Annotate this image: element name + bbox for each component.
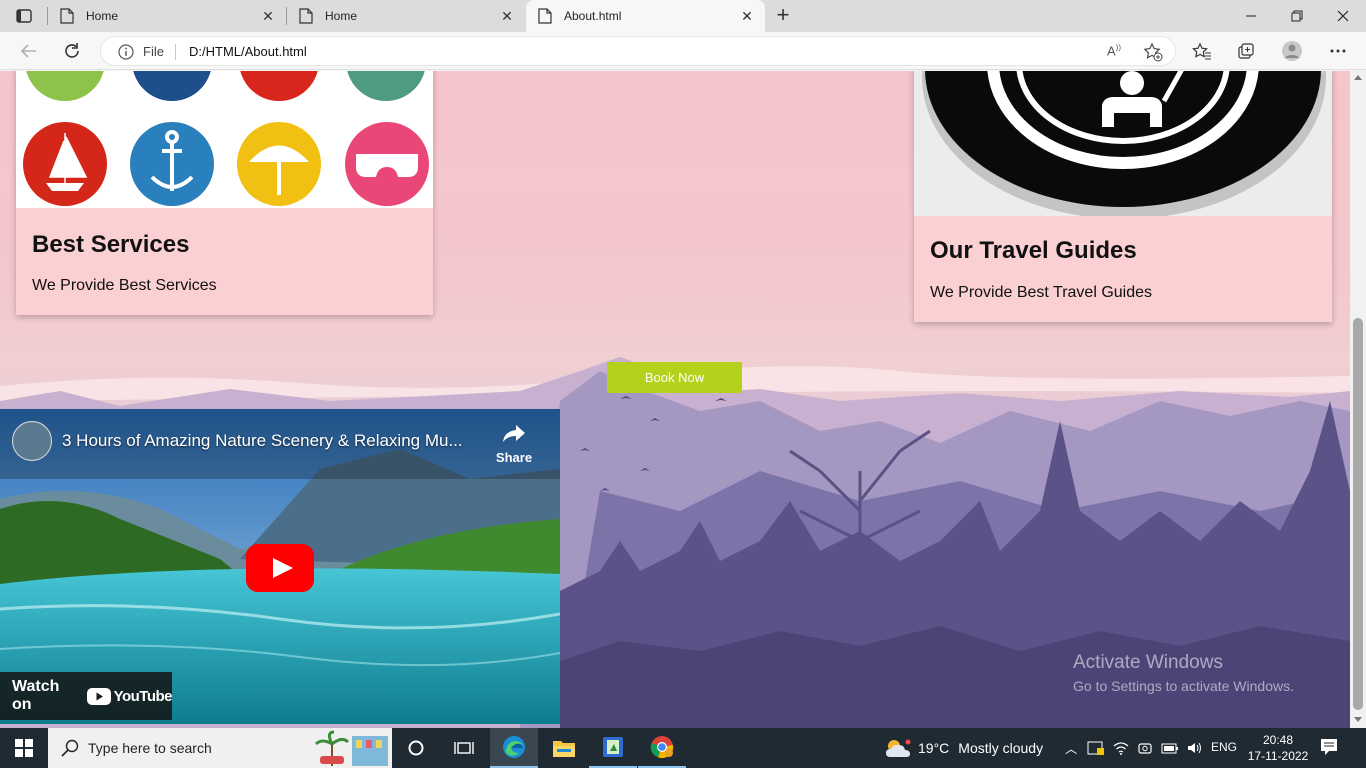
restore-icon[interactable]	[1274, 0, 1320, 32]
weather-temperature[interactable]: 19°C	[918, 740, 949, 756]
favorites-icon[interactable]	[1188, 38, 1216, 64]
share-label: Share	[495, 450, 533, 465]
guides-card-title: Our Travel Guides	[930, 237, 1137, 264]
services-card-text: We Provide Best Services	[32, 277, 217, 294]
youtube-logo: YouTube	[86, 687, 173, 705]
language-indicator[interactable]: ENG	[1211, 740, 1237, 754]
more-menu-icon[interactable]	[1324, 38, 1352, 64]
search-placeholder: Type here to search	[88, 740, 212, 756]
windows-taskbar: Type here to search 19°C Mostly cloudy ︿…	[0, 728, 1366, 768]
guides-card-text: We Provide Best Travel Guides	[930, 284, 1153, 301]
close-tab-icon[interactable]: ✕	[260, 8, 276, 24]
info-icon[interactable]	[118, 44, 134, 60]
page-icon	[60, 8, 74, 24]
system-tray: 19°C Mostly cloudy ︿	[884, 728, 1203, 768]
chrome-browser-icon[interactable]	[638, 728, 686, 768]
scroll-up-icon[interactable]	[1354, 75, 1362, 80]
tab-strip: Home ✕ Home ✕ About.html ✕ +	[0, 0, 1366, 32]
services-card-title: Best Services	[32, 231, 190, 258]
youtube-embed[interactable]: 3 Hours of Amazing Nature Scenery & Rela…	[0, 409, 560, 724]
volume-icon[interactable]	[1187, 741, 1203, 755]
taskbar-search-box[interactable]: Type here to search	[48, 728, 392, 768]
scroll-down-icon[interactable]	[1354, 717, 1362, 722]
tab-actions-icon[interactable]	[10, 5, 38, 27]
refresh-icon[interactable]	[58, 38, 86, 64]
add-favorite-icon[interactable]	[1143, 42, 1163, 62]
search-icon	[61, 739, 79, 757]
tab-title: Home	[86, 9, 119, 23]
edge-browser-icon[interactable]	[490, 728, 538, 768]
share-icon	[503, 425, 525, 442]
share-button[interactable]: Share	[494, 423, 534, 465]
guides-card-image	[914, 71, 1332, 216]
watermark-line2: Go to Settings to activate Windows.	[1073, 678, 1294, 694]
tab-title: Home	[325, 9, 358, 23]
page-scrollbar[interactable]	[1350, 71, 1366, 728]
book-now-button[interactable]: Book Now	[607, 362, 742, 393]
close-tab-icon[interactable]: ✕	[499, 8, 515, 24]
activate-windows-watermark: Activate Windows Go to Settings to activ…	[1073, 652, 1294, 694]
collections-icon[interactable]	[1232, 38, 1260, 64]
video-title[interactable]: 3 Hours of Amazing Nature Scenery & Rela…	[62, 431, 463, 451]
tab-about[interactable]: About.html ✕	[526, 0, 765, 32]
cortana-icon[interactable]	[392, 728, 440, 768]
youtube-logo-icon	[86, 687, 111, 705]
show-hidden-icons-icon[interactable]: ︿	[1065, 740, 1077, 757]
travel-icons-image	[16, 71, 433, 208]
scrollbar-thumb[interactable]	[1353, 318, 1363, 710]
clock-time: 20:48	[1262, 733, 1294, 747]
minimize-icon[interactable]	[1228, 0, 1274, 32]
read-aloud-icon[interactable]: A))	[1107, 43, 1121, 58]
page-icon	[538, 8, 552, 24]
wifi-icon[interactable]	[1113, 741, 1129, 755]
scheme-label: File	[143, 44, 164, 59]
taskbar-clock[interactable]: 20:48 17-11-2022	[1243, 732, 1313, 764]
file-explorer-icon[interactable]	[540, 728, 588, 768]
services-card-image	[16, 71, 433, 208]
omnibox-separator	[175, 44, 176, 60]
tab-home-1[interactable]: Home ✕	[48, 0, 286, 32]
channel-avatar[interactable]	[12, 421, 52, 461]
battery-icon[interactable]	[1161, 742, 1179, 754]
browser-toolbar: File D:/HTML/About.html A))	[0, 32, 1366, 70]
services-card: Best Services We Provide Best Services	[16, 71, 433, 315]
close-window-icon[interactable]	[1320, 0, 1366, 32]
page-icon	[299, 8, 313, 24]
new-tab-icon[interactable]: +	[772, 4, 794, 27]
page-viewport: Best Services We Provide Best Services O…	[0, 71, 1350, 728]
travel-guide-badge-image	[914, 71, 1332, 216]
guides-card: Our Travel Guides We Provide Best Travel…	[914, 71, 1332, 322]
watermark-line1: Activate Windows	[1073, 652, 1223, 673]
profile-avatar-icon[interactable]	[1278, 38, 1306, 64]
clock-date: 17-11-2022	[1247, 749, 1309, 763]
watch-on-label: Watch on	[12, 678, 60, 713]
tab-home-2[interactable]: Home ✕	[287, 0, 525, 32]
weather-cloudy-icon[interactable]	[884, 737, 912, 759]
search-highlight-illustration-icon	[314, 730, 388, 766]
youtube-wordmark: YouTube	[113, 687, 173, 705]
url-text[interactable]: D:/HTML/About.html	[189, 44, 307, 59]
security-alert-icon[interactable]	[1087, 740, 1105, 756]
notepad-app-icon[interactable]	[589, 728, 637, 768]
watch-on-youtube-button[interactable]: Watch on YouTube	[0, 672, 173, 720]
tab-title: About.html	[564, 9, 622, 23]
weather-condition[interactable]: Mostly cloudy	[958, 740, 1043, 756]
close-tab-icon[interactable]: ✕	[739, 8, 755, 24]
notification-center-icon[interactable]	[1320, 738, 1338, 756]
task-view-icon[interactable]	[440, 728, 488, 768]
windows-start-icon[interactable]	[0, 728, 48, 768]
address-bar[interactable]: File D:/HTML/About.html A))	[100, 36, 1176, 66]
play-button-icon[interactable]	[246, 544, 314, 592]
back-icon[interactable]	[14, 38, 42, 64]
camera-icon[interactable]	[1137, 741, 1153, 755]
